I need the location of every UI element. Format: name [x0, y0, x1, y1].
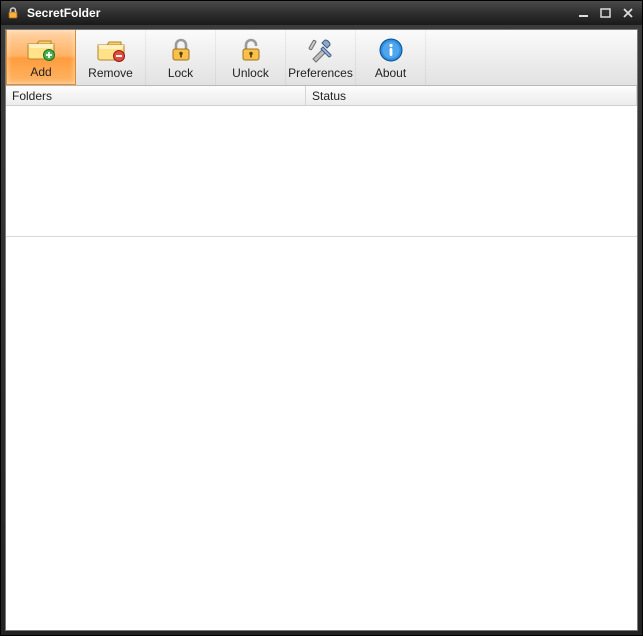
- folder-remove-icon: [96, 36, 126, 64]
- remove-button[interactable]: Remove: [76, 30, 146, 85]
- column-folders-label: Folders: [12, 89, 52, 103]
- window-controls: [574, 5, 638, 21]
- unlock-button[interactable]: Unlock: [216, 30, 286, 85]
- lock-closed-icon: [166, 36, 196, 64]
- about-button[interactable]: About: [356, 30, 426, 85]
- about-label: About: [375, 66, 406, 80]
- preferences-label: Preferences: [288, 66, 353, 80]
- app-lock-icon: [5, 5, 21, 21]
- minimize-button[interactable]: [574, 5, 594, 21]
- add-label: Add: [30, 65, 51, 79]
- column-status-label: Status: [312, 89, 346, 103]
- column-headers: Folders Status: [6, 86, 637, 106]
- titlebar[interactable]: SecretFolder: [1, 1, 642, 25]
- add-button[interactable]: Add: [6, 30, 76, 85]
- remove-label: Remove: [88, 66, 133, 80]
- maximize-button[interactable]: [596, 5, 616, 21]
- close-button[interactable]: [618, 5, 638, 21]
- list-divider: [6, 236, 637, 237]
- folder-list[interactable]: [6, 106, 637, 630]
- app-window: SecretFolder: [0, 0, 643, 636]
- toolbar: Add Remove: [6, 30, 637, 86]
- tools-icon: [306, 36, 336, 64]
- window-title: SecretFolder: [27, 6, 574, 20]
- preferences-button[interactable]: Preferences: [286, 30, 356, 85]
- column-status[interactable]: Status: [306, 86, 637, 105]
- info-icon: [376, 36, 406, 64]
- window-chrome: Add Remove: [1, 25, 642, 635]
- lock-button[interactable]: Lock: [146, 30, 216, 85]
- client-area: Add Remove: [5, 29, 638, 631]
- lock-label: Lock: [168, 66, 193, 80]
- lock-open-icon: [236, 36, 266, 64]
- folder-add-icon: [26, 35, 56, 63]
- unlock-label: Unlock: [232, 66, 269, 80]
- column-folders[interactable]: Folders: [6, 86, 306, 105]
